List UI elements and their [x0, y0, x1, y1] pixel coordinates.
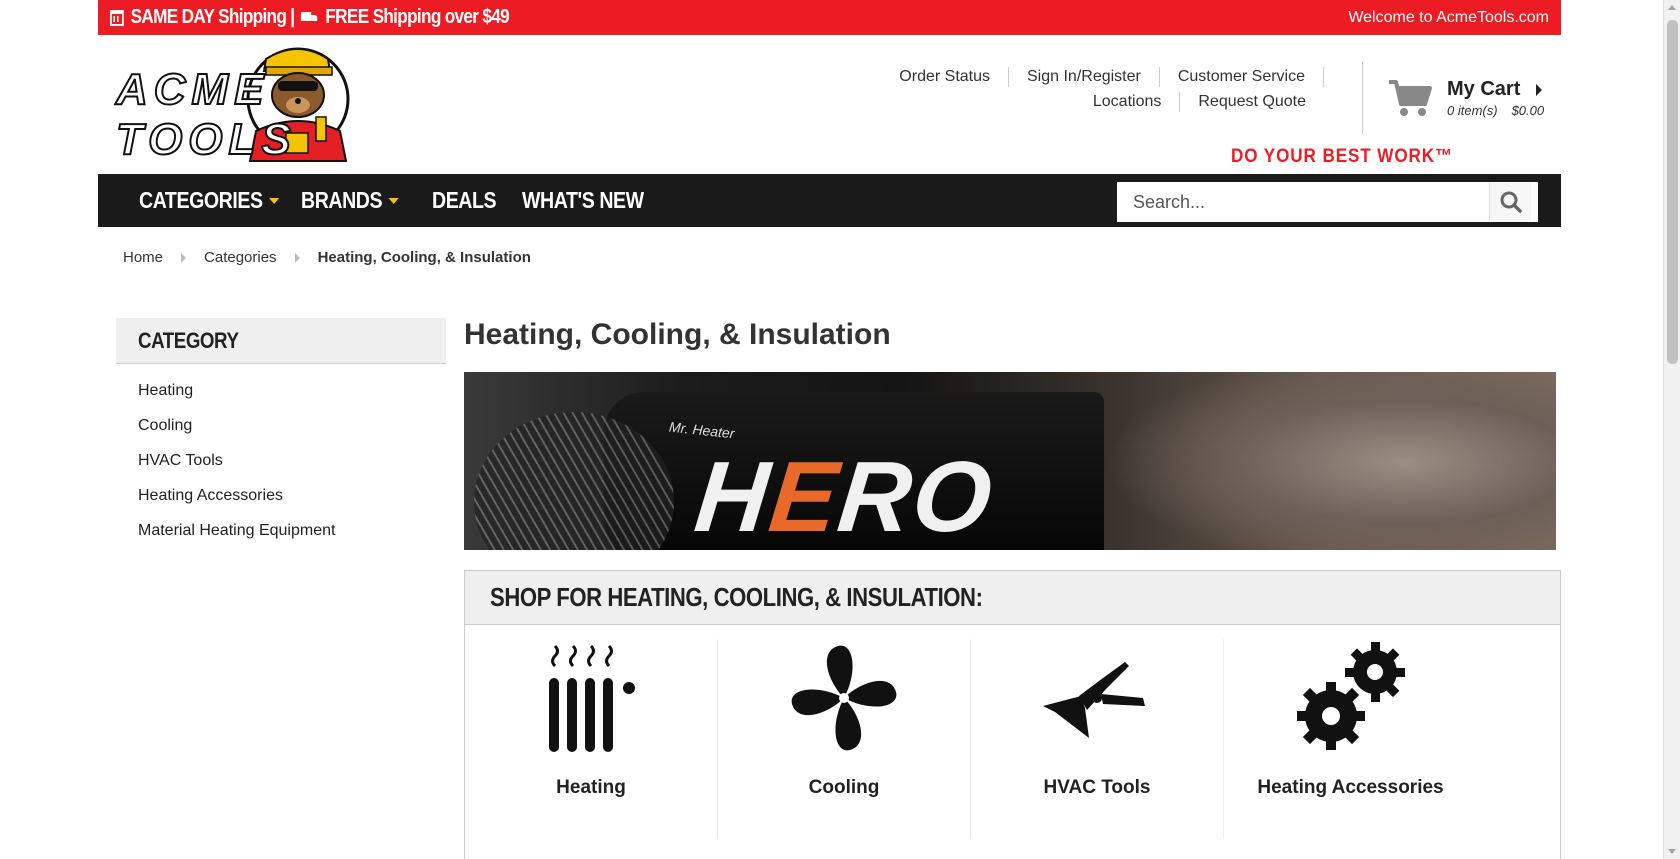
breadcrumb: Home Categories Heating, Cooling, & Insu… — [123, 249, 531, 266]
tile-heating[interactable]: Heating — [465, 639, 718, 839]
free-shipping-text: FREE Shipping over $49 — [325, 6, 510, 28]
customer-service-link[interactable]: Customer Service — [1160, 67, 1324, 87]
welcome-text: Welcome to AcmeTools.com — [1348, 8, 1549, 26]
breadcrumb-separator-icon — [181, 252, 187, 263]
scroll-down-icon[interactable] — [1668, 849, 1676, 854]
gears-icon — [1291, 639, 1411, 757]
hvac-tool-icon — [1037, 639, 1157, 757]
acme-tools-logo[interactable]: ACME TOOLS — [115, 41, 462, 169]
breadcrumb-home[interactable]: Home — [123, 249, 163, 266]
calendar-icon — [110, 9, 124, 26]
hero-banner[interactable]: Mr. Heater HERO — [464, 372, 1556, 550]
radiator-icon — [531, 639, 651, 757]
tile-hvac-tools[interactable]: HVAC Tools — [971, 639, 1224, 839]
banner-hero-text: HERO — [690, 441, 999, 550]
breadcrumb-separator-icon — [294, 252, 300, 263]
search-button[interactable] — [1489, 183, 1531, 221]
main-nav: CATEGORIES BRANDS DEALS WHAT'S NEW — [98, 174, 1561, 227]
promo-bar: SAME DAY Shipping | FREE Shipping over $… — [98, 0, 1561, 35]
sidebar-item-hvac-tools[interactable]: HVAC Tools — [138, 452, 446, 473]
sidebar-item-material-heating-equipment[interactable]: Material Heating Equipment — [138, 522, 446, 543]
shop-heading: SHOP FOR HEATING, COOLING, & INSULATION: — [465, 571, 1560, 625]
nav-brands[interactable]: BRANDS — [301, 187, 400, 214]
page: SAME DAY Shipping | FREE Shipping over $… — [98, 0, 1561, 174]
search-box — [1117, 182, 1538, 222]
nav-categories[interactable]: CATEGORIES — [139, 187, 280, 214]
shop-section: SHOP FOR HEATING, COOLING, & INSULATION: — [464, 570, 1561, 859]
sidebar-heading: CATEGORY — [116, 318, 446, 364]
cart-total: $0.00 — [1511, 103, 1545, 118]
sign-in-link[interactable]: Sign In/Register — [1009, 67, 1160, 87]
tile-label: Heating Accessories — [1257, 777, 1444, 798]
cart-icon — [1387, 78, 1433, 116]
category-tiles: Heating Cooling HVAC Tools Heating Acces… — [465, 625, 1560, 839]
search-icon — [1500, 191, 1522, 213]
tile-cooling[interactable]: Cooling — [718, 639, 971, 839]
cart-count: 0 item(s) — [1447, 103, 1498, 118]
category-sidebar: CATEGORY Heating Cooling HVAC Tools Heat… — [116, 318, 446, 557]
nav-deals[interactable]: DEALS — [432, 187, 497, 214]
tile-label: HVAC Tools — [1043, 777, 1151, 798]
search-input[interactable] — [1117, 183, 1489, 221]
tile-label: Heating — [556, 777, 626, 798]
request-quote-link[interactable]: Request Quote — [1180, 92, 1324, 112]
locations-link[interactable]: Locations — [1075, 92, 1181, 112]
scroll-up-icon[interactable] — [1668, 5, 1676, 10]
shipping-promo[interactable]: SAME DAY Shipping | FREE Shipping over $… — [110, 6, 510, 29]
caret-down-icon — [388, 197, 400, 204]
sidebar-item-cooling[interactable]: Cooling — [138, 417, 446, 438]
chevron-right-icon — [1536, 83, 1543, 96]
cart-divider — [1362, 62, 1363, 134]
breadcrumb-current: Heating, Cooling, & Insulation — [317, 249, 531, 266]
utility-links: Order Status Sign In/Register Customer S… — [881, 67, 1324, 117]
tile-label: Cooling — [808, 777, 880, 798]
scrollbar-thumb[interactable] — [1667, 20, 1678, 364]
sidebar-item-heating-accessories[interactable]: Heating Accessories — [138, 487, 446, 508]
breadcrumb-categories[interactable]: Categories — [204, 249, 277, 266]
caret-down-icon — [269, 197, 280, 204]
tagline: DO YOUR BEST WORK™ — [1231, 146, 1454, 167]
fan-icon — [784, 639, 904, 757]
truck-icon — [301, 11, 318, 24]
order-status-link[interactable]: Order Status — [881, 67, 1009, 87]
cart-title: My Cart — [1447, 78, 1521, 100]
mini-cart[interactable]: My Cart 0 item(s) $0.00 — [1387, 78, 1544, 118]
logo-wordmark: ACME TOOLS — [115, 64, 297, 165]
same-day-text: SAME DAY Shipping | — [130, 6, 295, 28]
page-title: Heating, Cooling, & Insulation — [464, 318, 891, 351]
sidebar-item-heating[interactable]: Heating — [138, 382, 446, 403]
tile-heating-accessories[interactable]: Heating Accessories — [1224, 639, 1477, 839]
nav-whats-new[interactable]: WHAT'S NEW — [522, 187, 644, 214]
page-scrollbar[interactable] — [1663, 0, 1680, 859]
